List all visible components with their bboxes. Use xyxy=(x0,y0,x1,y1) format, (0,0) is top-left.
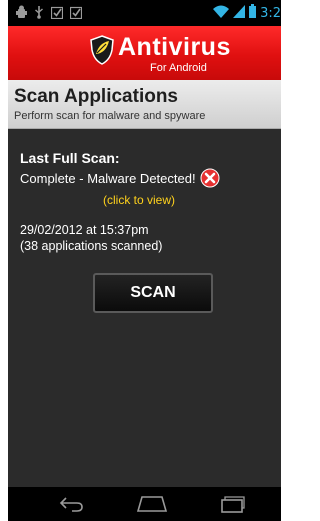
app-title: Antivirus xyxy=(118,33,231,61)
view-malware-link[interactable]: (click to view) xyxy=(103,193,175,207)
scan-button[interactable]: SCAN xyxy=(93,273,213,313)
status-bar: 3:2 xyxy=(8,0,281,26)
last-scan-label: Last Full Scan: xyxy=(20,150,120,166)
usb-debug-icon xyxy=(16,5,27,19)
recent-apps-icon[interactable] xyxy=(219,495,245,518)
section-title: Scan Applications xyxy=(14,86,178,107)
app-subtitle: For Android xyxy=(150,62,207,74)
home-icon[interactable] xyxy=(136,495,168,518)
battery-icon xyxy=(249,4,257,23)
scan-count: (38 applications scanned) xyxy=(20,239,163,253)
section-header: Scan Applications Perform scan for malwa… xyxy=(8,80,281,129)
section-subtitle: Perform scan for malware and spyware xyxy=(14,110,206,122)
navigation-bar xyxy=(8,487,281,521)
back-icon[interactable] xyxy=(58,495,84,518)
app-header: Antivirus For Android xyxy=(8,26,281,80)
shield-icon xyxy=(90,35,114,70)
error-x-icon xyxy=(200,168,220,193)
phone-screen: 3:2 Antivirus For Android Scan Applicati… xyxy=(8,0,281,521)
download-done-icon xyxy=(51,5,63,19)
status-time: 3:2 xyxy=(260,6,281,21)
signal-icon xyxy=(233,4,246,23)
scan-date: 29/02/2012 at 15:37pm xyxy=(20,223,149,237)
usb-icon xyxy=(34,5,44,19)
scan-status: Complete - Malware Detected! xyxy=(20,171,196,186)
download-done-icon xyxy=(70,5,82,19)
wifi-icon xyxy=(213,4,230,23)
